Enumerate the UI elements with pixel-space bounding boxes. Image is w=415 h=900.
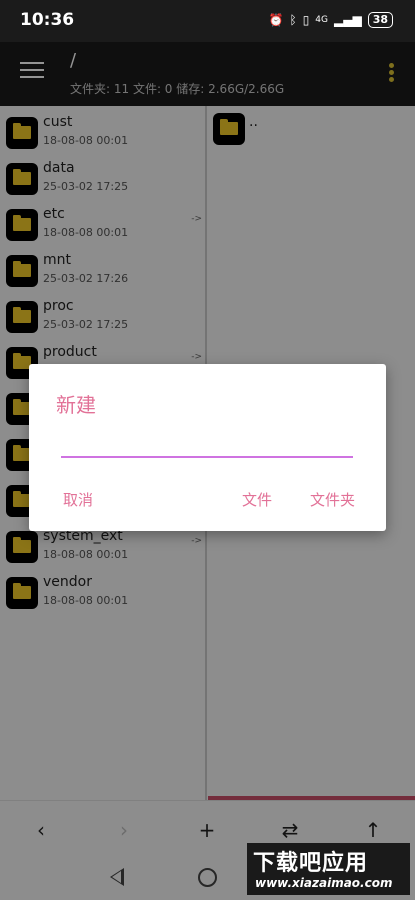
new-file-button[interactable]: 文件 [242, 489, 272, 510]
status-icons: ⏰ ᛒ ▯ 4G ▂▄▆ 38 [269, 12, 393, 28]
battery-icon: 38 [367, 12, 393, 28]
network-label: 4G [315, 15, 328, 25]
cancel-button[interactable]: 取消 [63, 489, 93, 510]
watermark-title: 下载吧应用 [253, 851, 369, 876]
signal-icon: ▂▄▆ [334, 13, 362, 27]
status-bar: 10:36 ⏰ ᛒ ▯ 4G ▂▄▆ 38 [0, 0, 415, 42]
alarm-icon: ⏰ [268, 13, 284, 27]
watermark-url: www.xiazaimao.com [255, 876, 393, 890]
new-folder-button[interactable]: 文件夹 [310, 489, 355, 510]
new-item-dialog: 新建 取消 文件 文件夹 [29, 364, 386, 531]
vibrate-icon: ▯ [302, 13, 310, 27]
name-input[interactable] [61, 430, 353, 458]
dialog-title: 新建 [56, 393, 96, 417]
bluetooth-icon: ᛒ [289, 13, 297, 27]
watermark-logo: 下载吧应用 www.xiazaimao.com [247, 843, 410, 895]
status-time: 10:36 [20, 10, 75, 30]
